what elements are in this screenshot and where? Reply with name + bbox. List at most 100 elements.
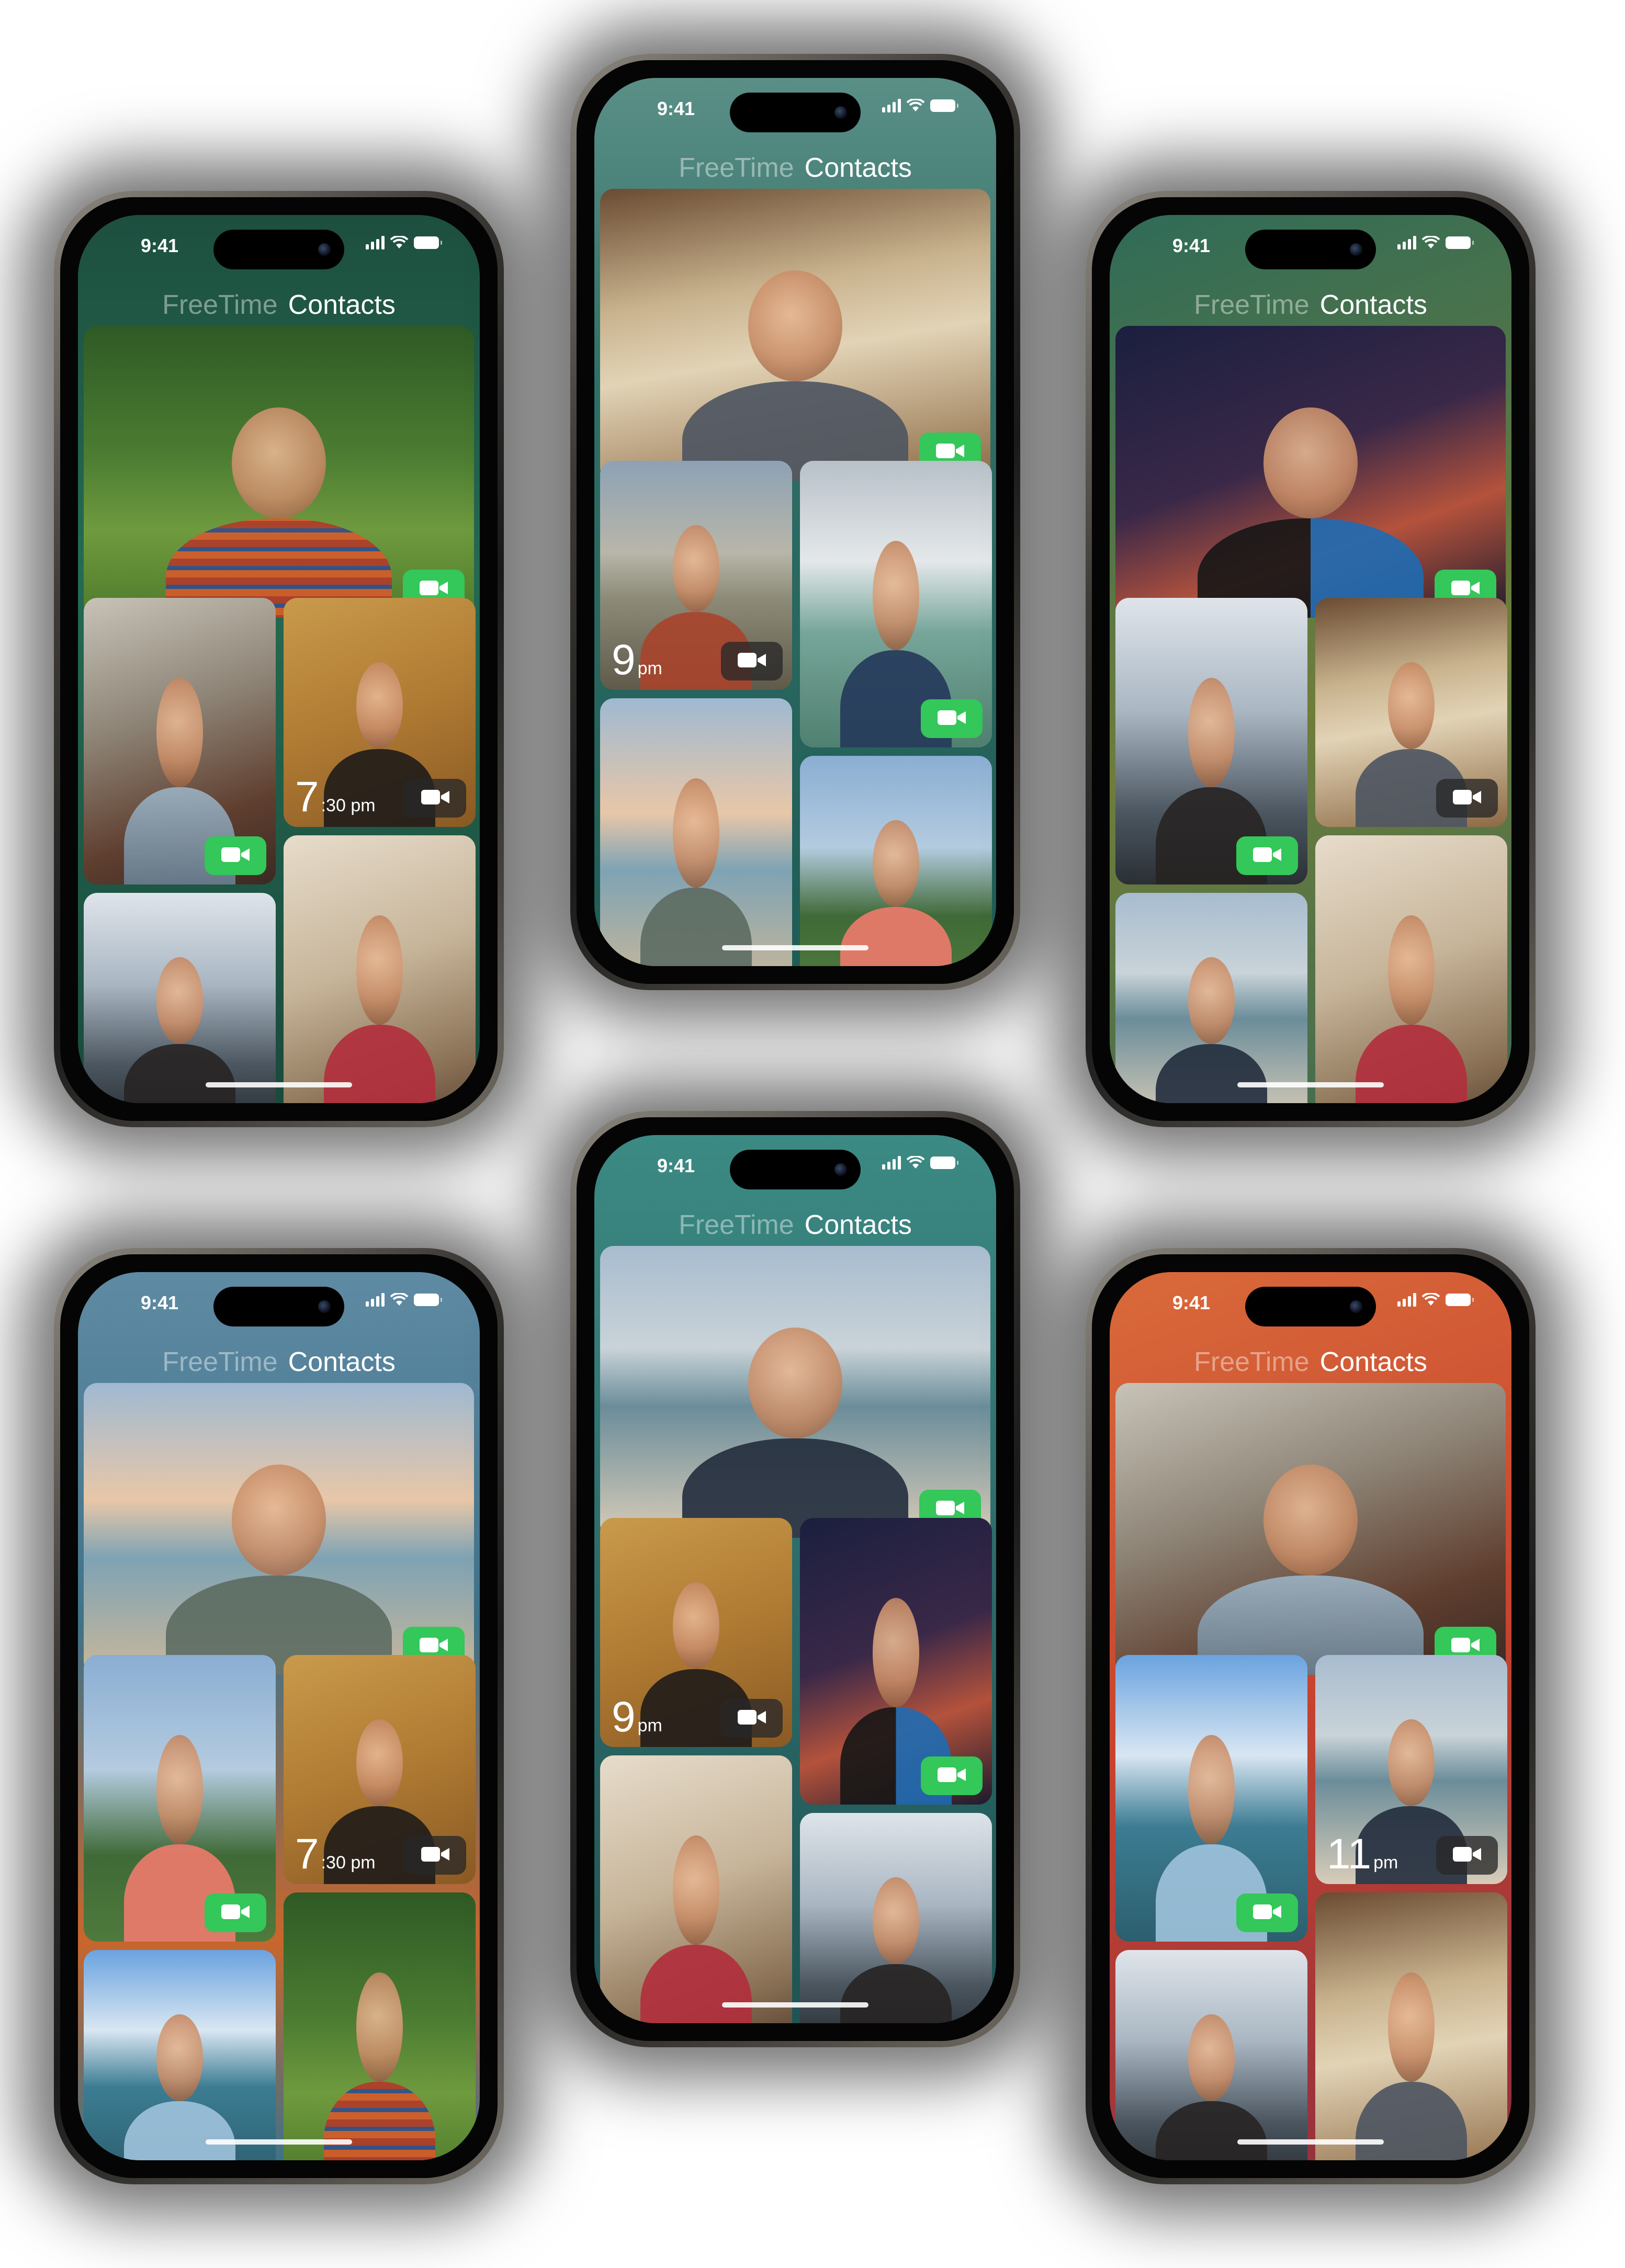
home-indicator[interactable] bbox=[206, 2139, 352, 2145]
tab-freetime[interactable]: FreeTime bbox=[679, 147, 794, 189]
contact-tile[interactable] bbox=[1115, 1950, 1307, 2160]
facetime-button[interactable] bbox=[1436, 779, 1498, 818]
contact-tile[interactable]: 7:30 pm bbox=[284, 1655, 476, 1884]
facetime-button[interactable] bbox=[205, 836, 266, 875]
contact-tile[interactable] bbox=[1115, 893, 1307, 1103]
contact-photo-face bbox=[1188, 678, 1235, 787]
contact-tile[interactable] bbox=[84, 1655, 276, 1942]
contact-tile[interactable] bbox=[800, 1518, 992, 1805]
local-time: 11 pm bbox=[1327, 1833, 1398, 1876]
header-tabs: FreeTime Contacts bbox=[1110, 284, 1511, 326]
tab-freetime[interactable]: FreeTime bbox=[162, 284, 278, 326]
facetime-button[interactable] bbox=[921, 1756, 983, 1795]
video-camera-icon bbox=[419, 1636, 449, 1657]
contact-tile[interactable] bbox=[1315, 598, 1507, 827]
contact-photo-face bbox=[1388, 915, 1435, 1025]
dynamic-island bbox=[1245, 1287, 1376, 1326]
contact-photo-face bbox=[1188, 2014, 1235, 2102]
facetime-button[interactable] bbox=[721, 1699, 783, 1738]
facetime-button[interactable] bbox=[1236, 836, 1298, 875]
wifi-icon bbox=[906, 98, 925, 112]
facetime-button[interactable] bbox=[921, 699, 983, 738]
contact-tile[interactable] bbox=[600, 189, 990, 481]
contact-photo-face bbox=[673, 778, 719, 888]
contact-tile[interactable] bbox=[1315, 1892, 1507, 2160]
contact-tile[interactable] bbox=[284, 1892, 476, 2160]
contact-tile[interactable] bbox=[84, 1383, 474, 1675]
facetime-button[interactable] bbox=[205, 1893, 266, 1932]
home-indicator[interactable] bbox=[722, 945, 868, 950]
contact-tile[interactable]: 11 pm bbox=[1315, 1655, 1507, 1884]
front-camera-icon bbox=[834, 106, 847, 119]
contact-photo-body bbox=[1356, 2081, 1467, 2160]
tab-freetime[interactable]: FreeTime bbox=[162, 1341, 278, 1383]
status-bar: 9:41 bbox=[1110, 1272, 1511, 1340]
tab-contacts[interactable]: Contacts bbox=[288, 284, 396, 326]
contact-photo-face bbox=[873, 541, 919, 650]
wifi-icon bbox=[1421, 235, 1440, 250]
tab-freetime[interactable]: FreeTime bbox=[679, 1204, 794, 1246]
contact-tile[interactable] bbox=[800, 756, 992, 966]
tab-contacts[interactable]: Contacts bbox=[288, 1341, 396, 1383]
tab-freetime[interactable]: FreeTime bbox=[1194, 1341, 1310, 1383]
contact-photo-face bbox=[356, 1719, 403, 1807]
contact-tile[interactable] bbox=[600, 698, 792, 966]
home-indicator[interactable] bbox=[722, 2002, 868, 2008]
local-time-hour: 9 bbox=[612, 1693, 636, 1741]
home-indicator[interactable] bbox=[1237, 2139, 1384, 2145]
phone-top-left: 9:41 FreeTime Contacts 7:30 pm bbox=[54, 191, 504, 1127]
wifi-icon bbox=[390, 1292, 409, 1307]
tab-contacts[interactable]: Contacts bbox=[805, 147, 912, 189]
phone-bezel: 9:41 FreeTime Contacts 11 pm bbox=[1092, 1254, 1529, 2178]
contact-tile[interactable] bbox=[1115, 598, 1307, 884]
tab-contacts[interactable]: Contacts bbox=[805, 1204, 912, 1246]
phone-screen: 9:41 FreeTime Contacts bbox=[1110, 215, 1511, 1103]
contact-tile[interactable]: 7:30 pm bbox=[284, 598, 476, 827]
video-camera-icon bbox=[935, 1499, 965, 1519]
video-camera-icon bbox=[220, 846, 251, 866]
contact-tile[interactable] bbox=[84, 326, 474, 618]
status-icons bbox=[1397, 1292, 1474, 1307]
facetime-button[interactable] bbox=[1436, 1836, 1498, 1875]
local-time-hour: 7 bbox=[295, 773, 319, 821]
home-indicator[interactable] bbox=[206, 1082, 352, 1087]
contact-tile[interactable] bbox=[1115, 1383, 1506, 1675]
contact-photo-face bbox=[748, 1328, 842, 1439]
facetime-button[interactable] bbox=[404, 1836, 466, 1875]
facetime-button[interactable] bbox=[404, 779, 466, 818]
contact-photo-face bbox=[1263, 407, 1358, 519]
local-time-suffix: pm bbox=[1373, 1853, 1398, 1873]
header-tabs: FreeTime Contacts bbox=[594, 1204, 996, 1246]
contact-photo-body bbox=[840, 907, 952, 966]
contact-tile[interactable]: 9 pm bbox=[600, 1518, 792, 1747]
status-time: 9:41 bbox=[1172, 1292, 1211, 1313]
contact-tile[interactable] bbox=[284, 835, 476, 1103]
contact-tile[interactable] bbox=[1115, 1655, 1307, 1942]
contact-tile[interactable] bbox=[600, 1246, 990, 1538]
tab-freetime[interactable]: FreeTime bbox=[1194, 284, 1310, 326]
dynamic-island bbox=[213, 230, 344, 269]
contact-tile[interactable] bbox=[800, 461, 992, 747]
contact-tile[interactable] bbox=[1315, 835, 1507, 1103]
contact-tile[interactable] bbox=[800, 1813, 992, 2023]
contact-tile[interactable]: 9 pm bbox=[600, 461, 792, 690]
contact-tile[interactable] bbox=[84, 598, 276, 884]
home-indicator[interactable] bbox=[1237, 1082, 1384, 1087]
contact-tile[interactable] bbox=[1115, 326, 1506, 618]
contact-photo-face bbox=[156, 957, 203, 1045]
facetime-button[interactable] bbox=[721, 642, 783, 681]
video-camera-icon bbox=[1252, 1903, 1282, 1923]
contact-tile[interactable] bbox=[84, 1950, 276, 2160]
facetime-button[interactable] bbox=[1236, 1893, 1298, 1932]
video-camera-icon bbox=[1450, 1636, 1481, 1657]
tab-contacts[interactable]: Contacts bbox=[1320, 1341, 1427, 1383]
tab-contacts[interactable]: Contacts bbox=[1320, 284, 1427, 326]
battery-icon bbox=[930, 1156, 958, 1169]
contact-tile[interactable] bbox=[600, 1755, 792, 2023]
phone-top-right: 9:41 FreeTime Contacts bbox=[1086, 191, 1536, 1127]
status-bar: 9:41 bbox=[594, 1135, 996, 1203]
header-tabs: FreeTime Contacts bbox=[594, 147, 996, 189]
local-time-suffix: pm bbox=[637, 1716, 662, 1736]
front-camera-icon bbox=[834, 1163, 847, 1176]
contact-tile[interactable] bbox=[84, 893, 276, 1103]
